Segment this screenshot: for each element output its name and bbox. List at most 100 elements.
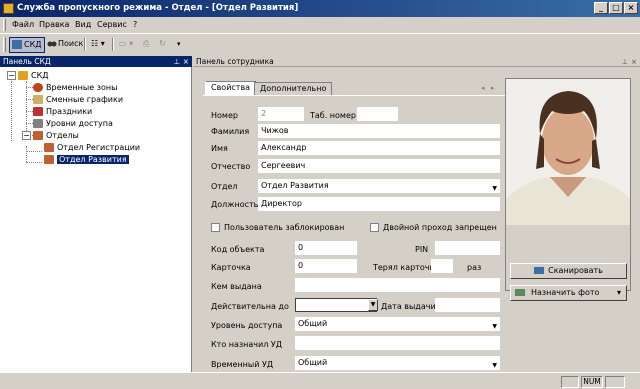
skd-panel: Панель СКД ⊥ × − СКД Временные зоны Смен… xyxy=(0,56,192,389)
menu-file[interactable]: Файл xyxy=(12,20,34,29)
tree-line xyxy=(26,87,33,88)
toolbar: СКД Поиск ☷ ▾ ▭ ▾ ⎙ ↻ ▾ xyxy=(0,33,640,55)
pin-icon[interactable]: ⊥ xyxy=(622,57,628,68)
refresh-button[interactable]: ↻ xyxy=(157,37,168,53)
menu-service[interactable]: Сервис xyxy=(97,20,127,29)
tab-number-field[interactable] xyxy=(357,107,398,121)
calendar-dropdown-icon[interactable]: ▼ xyxy=(368,299,378,311)
employee-panel-title: Панель сотрудника xyxy=(196,57,274,66)
tree-collapse-departments[interactable]: − xyxy=(22,131,31,140)
toolbar-overflow-button[interactable]: ▾ xyxy=(175,37,183,53)
tab-additional[interactable]: Дополнительно xyxy=(254,82,333,95)
issue-date-label: Дата выдачи xyxy=(381,302,436,311)
employee-panel-header: Панель сотрудника ⊥ × xyxy=(193,56,640,67)
tree-item-time-zones[interactable]: Временные зоны xyxy=(33,82,117,93)
assigned-by-field[interactable] xyxy=(295,336,500,350)
tab-scroll-left-icon[interactable]: ◂ xyxy=(481,84,485,92)
close-panel-icon[interactable]: × xyxy=(183,56,189,67)
skd-button[interactable]: СКД xyxy=(9,37,45,53)
view-list-button[interactable]: ☷ ▾ xyxy=(89,37,107,53)
close-button[interactable]: × xyxy=(624,2,638,14)
card-icon: ▭ ▾ xyxy=(119,39,134,48)
card-button[interactable]: ▭ ▾ xyxy=(117,37,135,53)
tree-line xyxy=(26,146,27,162)
tab-scroll-right-icon[interactable]: ▸ xyxy=(491,84,495,92)
minimize-button[interactable]: _ xyxy=(594,2,608,14)
object-code-field[interactable]: 0 xyxy=(295,241,357,255)
status-bar: NUM xyxy=(0,372,640,389)
tree-item-shift-schedules[interactable]: Сменные графики xyxy=(33,94,123,105)
skd-icon xyxy=(12,40,22,49)
tree-label: Праздники xyxy=(46,107,93,116)
menu-view[interactable]: Вид xyxy=(75,20,91,29)
lost-cards-label: Терял карточку xyxy=(373,263,440,272)
department-label: Отдел xyxy=(211,182,238,191)
search-label: Поиск xyxy=(58,39,84,48)
access-level-label: Уровень доступа xyxy=(211,321,283,330)
lastname-field[interactable]: Чижов xyxy=(258,124,500,138)
tree-item-registration-department[interactable]: Отдел Регистрации xyxy=(44,142,140,153)
tree-item-access-levels[interactable]: Уровни доступа xyxy=(33,118,113,129)
clock-icon xyxy=(33,83,43,92)
firstname-label: Имя xyxy=(211,144,228,153)
double-pass-checkbox[interactable] xyxy=(370,223,379,232)
number-field[interactable]: 2 xyxy=(258,107,304,121)
patronymic-field[interactable]: Сергеевич xyxy=(258,159,500,173)
tree-label: Отдел Регистрации xyxy=(57,143,141,152)
print-button[interactable]: ⎙ xyxy=(141,37,151,53)
toolbar-separator xyxy=(112,38,114,51)
double-pass-label: Двойной проход запрещен xyxy=(383,223,497,232)
patronymic-label: Отчество xyxy=(211,162,251,171)
tree-item-departments[interactable]: Отделы xyxy=(33,130,79,141)
properties-form: Номер 2 Таб. номер Фамилия Чижов Имя Але… xyxy=(203,95,505,375)
firstname-field[interactable]: Александр xyxy=(258,141,500,155)
pin-field[interactable] xyxy=(435,241,500,255)
issue-date-field[interactable] xyxy=(435,298,500,312)
pin-icon[interactable]: ⊥ xyxy=(173,56,180,67)
chevron-down-icon: ▼ xyxy=(492,323,497,330)
access-level-select[interactable]: Общий ▼ xyxy=(295,317,500,331)
position-label: Должность xyxy=(211,200,259,209)
valid-until-label: Действительна до xyxy=(211,302,289,311)
tree-item-development-department[interactable]: Отдел Развития xyxy=(44,154,129,165)
menu-help[interactable]: ? xyxy=(133,20,137,29)
toolbar-separator xyxy=(84,38,86,51)
issued-by-field[interactable] xyxy=(295,278,500,292)
blocked-checkbox[interactable] xyxy=(211,223,220,232)
department-select[interactable]: Отдел Развития ▼ xyxy=(258,179,500,193)
scan-button[interactable]: Сканировать xyxy=(510,263,627,279)
search-button[interactable]: Поиск xyxy=(45,37,85,53)
temp-level-select[interactable]: Общий ▼ xyxy=(295,356,500,370)
status-panel xyxy=(561,376,579,388)
lost-cards-field[interactable] xyxy=(431,259,453,273)
access-level-icon xyxy=(33,119,43,128)
restore-button[interactable]: □ xyxy=(609,2,623,14)
window-title: Служба пропускного режима - Отдел - [Отд… xyxy=(17,3,299,13)
skd-panel-title: Панель СКД xyxy=(3,57,51,66)
chevron-down-icon: ▼ xyxy=(492,362,497,369)
close-panel-icon[interactable]: × xyxy=(631,57,637,68)
valid-until-field[interactable] xyxy=(295,298,377,312)
tree-item-skd[interactable]: СКД xyxy=(18,70,49,81)
card-field[interactable]: 0 xyxy=(295,259,357,273)
app-icon xyxy=(3,3,14,14)
position-field[interactable]: Директор xyxy=(258,197,500,211)
tree-line xyxy=(26,81,27,133)
people-icon xyxy=(44,155,54,164)
people-icon xyxy=(33,131,43,140)
assign-photo-button[interactable]: Назначить фото ▾ xyxy=(510,285,627,301)
blocked-label: Пользователь заблокирован xyxy=(224,223,345,232)
menu-edit[interactable]: Правка xyxy=(39,20,69,29)
tree-collapse-skd[interactable]: − xyxy=(7,71,16,80)
lastname-label: Фамилия xyxy=(211,127,250,136)
tree-label: Уровни доступа xyxy=(46,119,113,128)
assigned-by-label: Кто назначил УД xyxy=(211,340,283,349)
toolbar-grip xyxy=(3,37,6,52)
menubar-grip xyxy=(3,19,6,31)
tree-item-holidays[interactable]: Праздники xyxy=(33,106,92,117)
tree-line xyxy=(26,111,33,112)
tab-properties[interactable]: Свойства xyxy=(205,81,257,95)
employee-photo xyxy=(506,79,630,225)
holiday-icon xyxy=(33,107,43,116)
employee-photo-frame xyxy=(505,78,631,291)
